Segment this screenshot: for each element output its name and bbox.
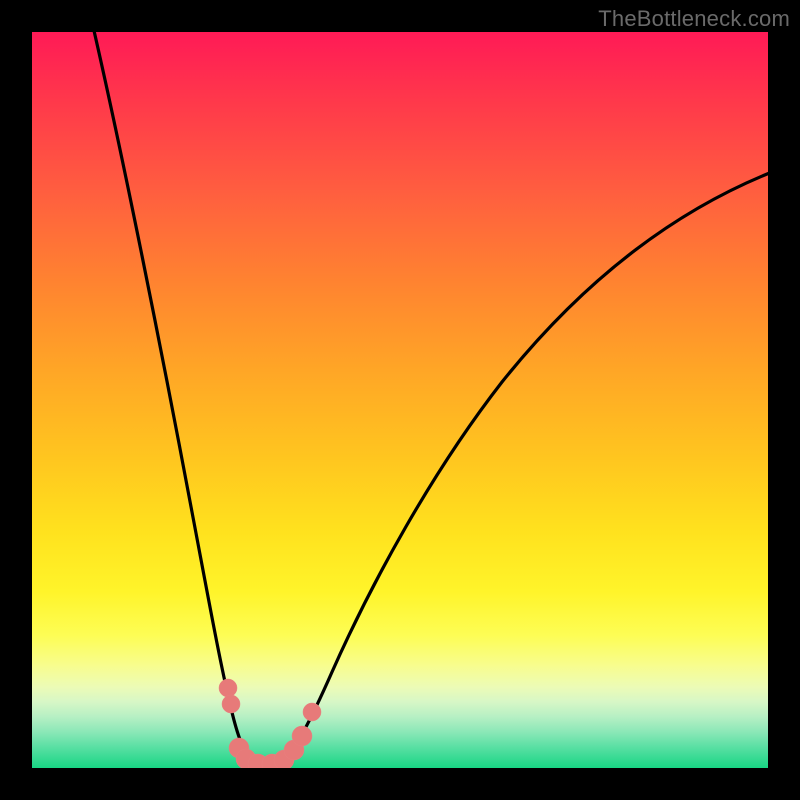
watermark-text: TheBottleneck.com — [598, 6, 790, 32]
plot-area — [32, 32, 768, 768]
marker-bead — [292, 726, 312, 746]
marker-bead — [303, 703, 321, 721]
curve-left-branch — [92, 32, 264, 768]
outer-frame: TheBottleneck.com — [0, 0, 800, 800]
marker-bead — [222, 695, 240, 713]
marker-bead — [219, 679, 237, 697]
curve-right-branch — [280, 172, 768, 766]
curve-layer — [32, 32, 768, 768]
